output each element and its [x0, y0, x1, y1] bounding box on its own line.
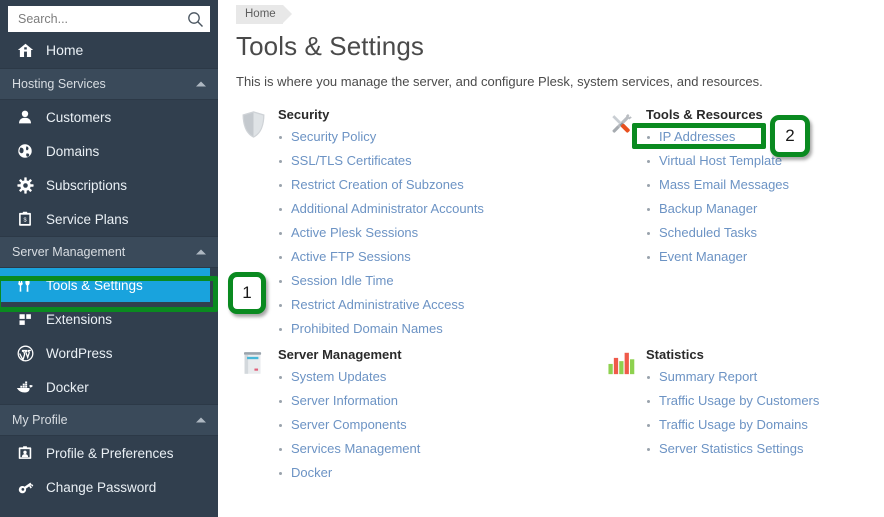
sidebar-item-home[interactable]: Home [0, 32, 218, 68]
group-server-management: Server Management System Updates Server … [236, 347, 604, 485]
sidebar-item-extensions[interactable]: Extensions [0, 302, 218, 336]
sidebar-item-label: Docker [46, 379, 89, 395]
chevron-up-icon[interactable] [196, 249, 206, 255]
link-ip-addresses[interactable]: IP Addresses [646, 125, 789, 149]
key-icon [14, 477, 36, 497]
link-summary-report[interactable]: Summary Report [646, 365, 819, 389]
link-ssl-tls-certificates[interactable]: SSL/TLS Certificates [278, 149, 484, 173]
link-active-plesk-sessions[interactable]: Active Plesk Sessions [278, 221, 484, 245]
sidebar-item-label: Extensions [46, 311, 113, 327]
docker-whale-icon [14, 377, 36, 397]
sidebar-item-label: Service Plans [46, 211, 129, 227]
main-content: Home Tools & Settings This is where you … [218, 0, 884, 517]
server-icon [236, 347, 270, 485]
settings-groups: Security Security Policy SSL/TLS Certifi… [236, 107, 884, 491]
link-traffic-usage-by-domains[interactable]: Traffic Usage by Domains [646, 413, 819, 437]
link-additional-administrator-accounts[interactable]: Additional Administrator Accounts [278, 197, 484, 221]
fork-knife-icon [14, 275, 36, 295]
blocks-icon [14, 309, 36, 329]
link-server-components[interactable]: Server Components [278, 413, 420, 437]
group-security: Security Security Policy SSL/TLS Certifi… [236, 107, 604, 341]
user-icon [14, 107, 36, 127]
chevron-up-icon[interactable] [196, 81, 206, 87]
sidebar-group-label: Server Management [12, 245, 126, 259]
link-security-policy[interactable]: Security Policy [278, 125, 484, 149]
group-links: Summary Report Traffic Usage by Customer… [646, 365, 819, 461]
sidebar-item-wordpress[interactable]: WordPress [0, 336, 218, 370]
sidebar-group-server-management[interactable]: Server Management [0, 236, 218, 268]
gear-icon [14, 175, 36, 195]
group-title: Server Management [278, 347, 402, 362]
wrench-screwdriver-icon [604, 107, 638, 341]
sidebar-group-my-profile[interactable]: My Profile [0, 404, 218, 436]
group-links: System Updates Server Information Server… [278, 365, 420, 485]
group-title: Tools & Resources [646, 107, 763, 122]
group-statistics: Statistics Summary Report Traffic Usage … [604, 347, 884, 485]
id-card-icon [14, 443, 36, 463]
link-backup-manager[interactable]: Backup Manager [646, 197, 789, 221]
sidebar-item-label: Profile & Preferences [46, 445, 174, 461]
chevron-up-icon[interactable] [196, 417, 206, 423]
sidebar-item-profile-preferences[interactable]: Profile & Preferences [0, 436, 218, 470]
sidebar-item-label: Customers [46, 109, 112, 125]
sidebar-item-change-password[interactable]: Change Password [0, 470, 218, 504]
group-title: Statistics [646, 347, 704, 362]
sidebar-item-domains[interactable]: Domains [0, 134, 218, 168]
sidebar-item-service-plans[interactable]: $ Service Plans [0, 202, 218, 236]
sidebar-item-label: Tools & Settings [46, 277, 143, 293]
bar-chart-icon [604, 347, 638, 485]
sidebar-item-label: Domains [46, 143, 100, 159]
link-server-statistics-settings[interactable]: Server Statistics Settings [646, 437, 819, 461]
sidebar-item-subscriptions[interactable]: Subscriptions [0, 168, 218, 202]
sidebar-group-label: Hosting Services [12, 77, 106, 91]
link-services-management[interactable]: Services Management [278, 437, 420, 461]
link-restrict-creation-of-subzones[interactable]: Restrict Creation of Subzones [278, 173, 484, 197]
plesk-admin-page: Home Hosting Services Customers [0, 0, 884, 517]
link-restrict-administrative-access[interactable]: Restrict Administrative Access [278, 293, 484, 317]
group-links: Security Policy SSL/TLS Certificates Res… [278, 125, 484, 341]
sidebar-item-tools-settings[interactable]: Tools & Settings [0, 268, 210, 302]
link-docker[interactable]: Docker [278, 461, 420, 485]
sidebar-item-label: WordPress [46, 345, 113, 361]
sidebar-item-docker[interactable]: Docker [0, 370, 218, 404]
search-input[interactable] [18, 7, 187, 31]
page-subtitle: This is where you manage the server, and… [236, 74, 763, 89]
breadcrumb: Home [236, 4, 292, 24]
sidebar-item-label: Subscriptions [46, 177, 128, 193]
sidebar: Home Hosting Services Customers [0, 0, 218, 517]
link-scheduled-tasks[interactable]: Scheduled Tasks [646, 221, 789, 245]
group-title: Security [278, 107, 330, 122]
group-links: IP Addresses Virtual Host Template Mass … [646, 125, 789, 269]
annotation-badge-1: 1 [228, 272, 266, 314]
link-system-updates[interactable]: System Updates [278, 365, 420, 389]
breadcrumb-item-home[interactable]: Home [236, 4, 292, 24]
link-active-ftp-sessions[interactable]: Active FTP Sessions [278, 245, 484, 269]
link-mass-email-messages[interactable]: Mass Email Messages [646, 173, 789, 197]
clipboard-icon: $ [14, 209, 36, 229]
group-tools-resources: Tools & Resources IP Addresses Virtual H… [604, 107, 884, 341]
link-event-manager[interactable]: Event Manager [646, 245, 789, 269]
home-icon [14, 40, 36, 60]
globe-icon [14, 141, 36, 161]
link-virtual-host-template[interactable]: Virtual Host Template [646, 149, 789, 173]
sidebar-item-customers[interactable]: Customers [0, 100, 218, 134]
wordpress-icon [14, 343, 36, 363]
link-server-information[interactable]: Server Information [278, 389, 420, 413]
link-session-idle-time[interactable]: Session Idle Time [278, 269, 484, 293]
page-title: Tools & Settings [236, 31, 425, 61]
search-icon[interactable] [187, 11, 204, 28]
sidebar-group-label: My Profile [12, 413, 68, 427]
link-traffic-usage-by-customers[interactable]: Traffic Usage by Customers [646, 389, 819, 413]
annotation-badge-2: 2 [770, 115, 810, 157]
sidebar-item-label: Change Password [46, 479, 157, 495]
sidebar-item-label: Home [46, 42, 84, 58]
search-box[interactable] [8, 6, 210, 32]
sidebar-group-hosting-services[interactable]: Hosting Services [0, 68, 218, 100]
link-prohibited-domain-names[interactable]: Prohibited Domain Names [278, 317, 484, 341]
